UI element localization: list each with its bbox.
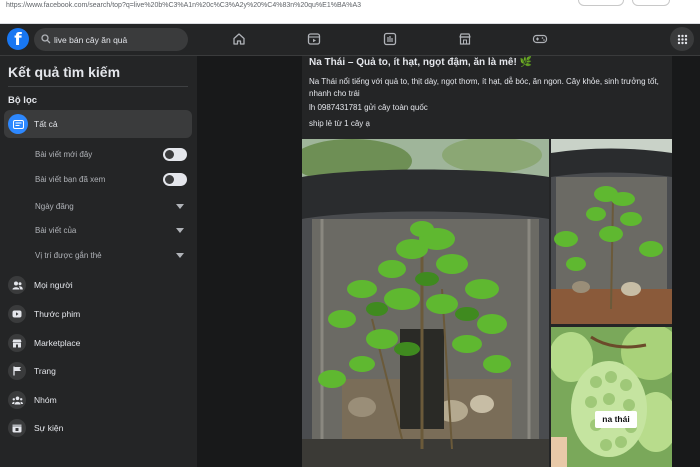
search-results-feed: Na Thái – Quả to, ít hạt, ngọt đậm, ăn l… xyxy=(197,56,700,467)
post-photo-2[interactable] xyxy=(551,139,672,324)
seen-posts-label: Bài viết bạn đã xem xyxy=(35,175,106,184)
filter-heading: Bộ lọc xyxy=(8,95,38,106)
post-card: Na Thái – Quả to, ít hạt, ngọt đậm, ăn l… xyxy=(302,56,672,467)
sidebar-item-label: Marketplace xyxy=(34,338,81,348)
sidebar-item-label: Mọi người xyxy=(34,280,73,290)
post-shipping-line: ship lẻ từ 1 cây ạ xyxy=(309,119,370,128)
tagged-location-dropdown[interactable]: Vị trí được gắn thẻ xyxy=(35,251,102,260)
seen-posts-toggle[interactable] xyxy=(163,173,187,186)
sidebar-item-groups[interactable]: Nhóm xyxy=(8,390,193,412)
video-icon[interactable] xyxy=(304,30,324,48)
post-contact-line: lh 0987431781 gửi cây toàn quốc xyxy=(309,103,428,112)
browser-address-strip: https://www.facebook.com/search/top?q=li… xyxy=(0,0,700,24)
browser-button[interactable] xyxy=(578,0,624,6)
post-text: Na Thái nổi tiếng với quả to, thịt dày, … xyxy=(309,77,659,98)
filter-all-button[interactable]: Tất cả xyxy=(4,110,192,138)
reels-icon xyxy=(8,305,26,323)
calendar-icon xyxy=(8,419,26,437)
sidebar-item-label: Thước phim xyxy=(34,309,81,319)
facebook-logo-icon[interactable]: f xyxy=(7,28,29,50)
sidebar-item-pages[interactable]: Trang xyxy=(8,361,193,383)
sidebar-item-people[interactable]: Mọi người xyxy=(8,275,193,297)
chevron-down-icon[interactable] xyxy=(176,253,184,258)
filter-all-label: Tất cả xyxy=(34,119,58,129)
feed-icon[interactable] xyxy=(380,30,400,48)
sidebar-title: Kết quả tìm kiếm xyxy=(8,64,121,80)
marketplace-icon[interactable] xyxy=(455,30,475,48)
search-input[interactable] xyxy=(54,28,182,51)
posts-icon xyxy=(8,114,28,134)
sidebar-item-reels[interactable]: Thước phim xyxy=(8,304,193,326)
date-posted-dropdown[interactable]: Ngày đăng xyxy=(35,202,74,211)
flag-icon xyxy=(8,362,26,380)
search-filter-sidebar: Kết quả tìm kiếm Bộ lọc Tất cả Bài viết … xyxy=(0,56,197,467)
home-icon[interactable] xyxy=(229,30,249,48)
people-icon xyxy=(8,276,26,294)
menu-grid-icon[interactable] xyxy=(670,27,694,51)
recent-posts-toggle[interactable] xyxy=(163,148,187,161)
marketplace-icon xyxy=(8,334,26,352)
recent-posts-label: Bài viết mới đây xyxy=(35,150,93,159)
search-icon xyxy=(41,34,51,44)
post-title: Na Thái – Quả to, ít hạt, ngọt đậm, ăn l… xyxy=(309,57,533,68)
post-photo-3[interactable]: na thái xyxy=(551,327,672,467)
groups-icon xyxy=(8,391,26,409)
search-box[interactable] xyxy=(34,28,188,51)
divider xyxy=(8,86,188,87)
image-caption-label: na thái xyxy=(595,411,637,428)
sidebar-item-marketplace[interactable]: Marketplace xyxy=(8,333,193,355)
top-navigation-bar: f xyxy=(0,24,700,56)
sidebar-item-label: Sự kiện xyxy=(34,423,64,433)
browser-button[interactable] xyxy=(632,0,670,6)
post-photo-main[interactable] xyxy=(302,139,549,467)
gaming-icon[interactable] xyxy=(530,30,550,48)
sidebar-item-events[interactable]: Sự kiện xyxy=(8,418,193,440)
chevron-down-icon[interactable] xyxy=(176,204,184,209)
chevron-down-icon[interactable] xyxy=(176,228,184,233)
posted-by-dropdown[interactable]: Bài viết của xyxy=(35,226,76,235)
address-bar-url[interactable]: https://www.facebook.com/search/top?q=li… xyxy=(6,2,361,9)
sidebar-item-label: Trang xyxy=(34,366,56,376)
sidebar-item-label: Nhóm xyxy=(34,395,57,405)
